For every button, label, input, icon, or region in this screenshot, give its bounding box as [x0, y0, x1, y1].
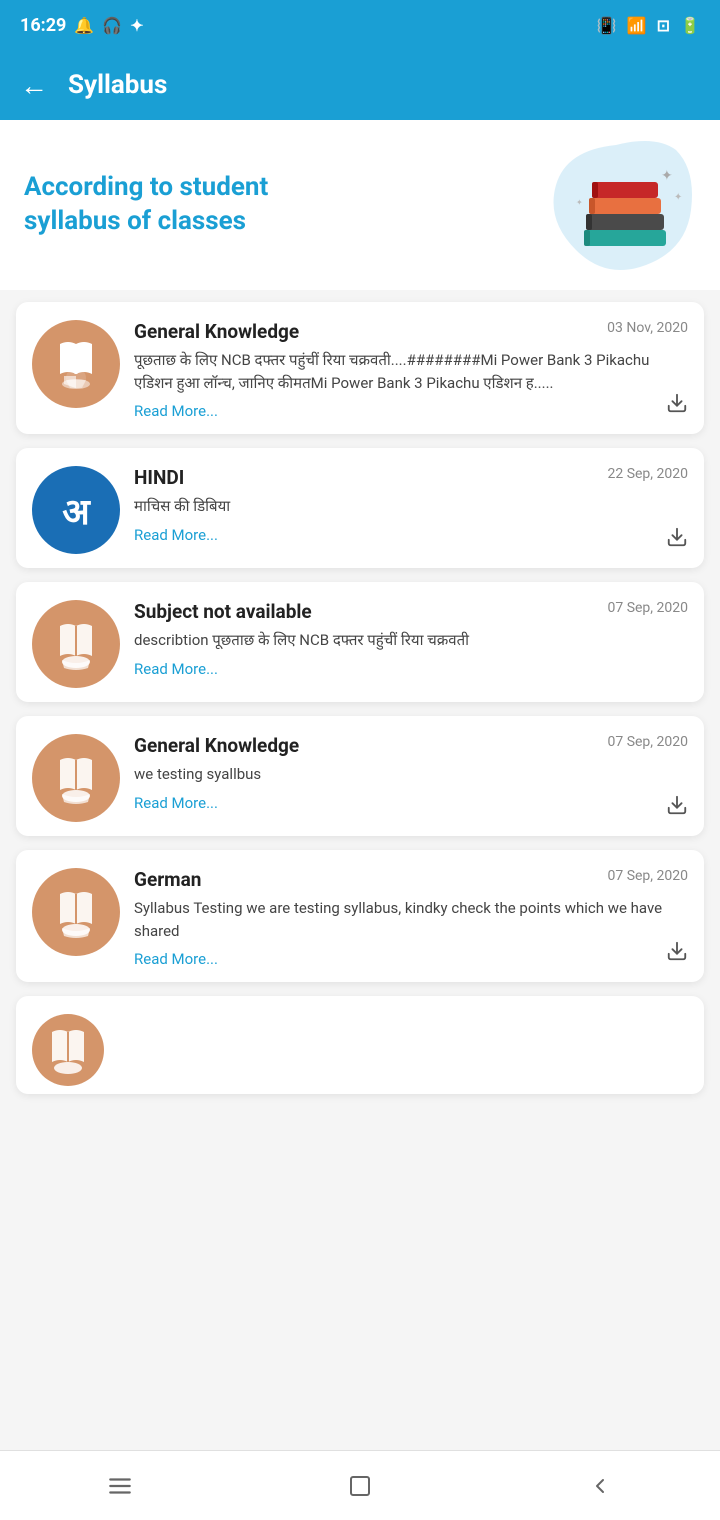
status-left: 16:29 🔔 🎧 ✦	[20, 15, 144, 36]
card-subject-5: German	[134, 868, 201, 891]
card-body-5: German 07 Sep, 2020 Syllabus Testing we …	[134, 868, 688, 968]
syllabus-card-6-partial	[16, 996, 704, 1094]
nav-home-button[interactable]	[320, 1461, 400, 1511]
card-subject-2: HINDI	[134, 466, 184, 489]
bottom-navigation	[0, 1450, 720, 1520]
card-body-3: Subject not available 07 Sep, 2020 descr…	[134, 600, 688, 688]
syllabus-card-4: General Knowledge 07 Sep, 2020 we testin…	[16, 716, 704, 836]
nav-back-button[interactable]	[560, 1461, 640, 1511]
card-icon-wrap-5	[32, 868, 120, 956]
download-button-4[interactable]	[666, 794, 688, 822]
header-text: According to student syllabus of classes	[24, 171, 536, 239]
back-button[interactable]: ←	[20, 69, 48, 102]
bluetooth-icon: ✦	[130, 16, 143, 35]
headset-icon: 🎧	[102, 16, 122, 35]
nav-menu-button[interactable]	[80, 1461, 160, 1511]
syllabus-card-2: अ HINDI 22 Sep, 2020 माचिस की डिबिया Rea…	[16, 448, 704, 568]
card-date-1: 03 Nov, 2020	[607, 320, 688, 336]
card-subject-4: General Knowledge	[134, 734, 299, 757]
card-body-2: HINDI 22 Sep, 2020 माचिस की डिबिया Read …	[134, 466, 688, 554]
books-illustration: ✦ ✦ ✦	[561, 150, 691, 260]
card-body-6	[118, 1014, 688, 1086]
card-read-more-4[interactable]: Read More...	[134, 794, 218, 812]
book-icon-6	[42, 1024, 94, 1076]
card-read-more-2[interactable]: Read More...	[134, 526, 218, 544]
book-icon-4	[50, 752, 102, 804]
card-icon-wrap-2: अ	[32, 466, 120, 554]
svg-text:✦: ✦	[674, 192, 682, 203]
vibrate-icon: 📳	[597, 16, 617, 35]
card-date-5: 07 Sep, 2020	[607, 868, 688, 884]
header-section: According to student syllabus of classes…	[0, 120, 720, 290]
download-button-2[interactable]	[666, 526, 688, 554]
card-icon-wrap-6	[32, 1014, 104, 1086]
app-bar: ← Syllabus	[0, 50, 720, 120]
card-description-5: Syllabus Testing we are testing syllabus…	[134, 897, 688, 942]
header-line1: According to student	[24, 172, 268, 202]
card-read-more-5[interactable]: Read More...	[134, 950, 218, 968]
battery-icon: 🔋	[680, 16, 700, 35]
wifi-icon: 📶	[627, 16, 647, 35]
card-description-1: पूछताछ के लिए NCB दफ्तर पहुंचीं रिया चक्…	[134, 349, 688, 394]
syllabus-card-3: Subject not available 07 Sep, 2020 descr…	[16, 582, 704, 702]
card-body-1: General Knowledge 03 Nov, 2020 पूछताछ के…	[134, 320, 688, 420]
notification-icon: 🔔	[74, 16, 94, 35]
header-illustration: ✦ ✦ ✦	[536, 140, 696, 270]
svg-text:✦: ✦	[576, 198, 583, 207]
card-icon-wrap-3	[32, 600, 120, 688]
book-icon-3	[50, 618, 102, 670]
book-icon-5	[50, 886, 102, 938]
card-icon-wrap-1	[32, 320, 120, 408]
card-body-4: General Knowledge 07 Sep, 2020 we testin…	[134, 734, 688, 822]
svg-text:✦: ✦	[661, 168, 673, 184]
card-read-more-3[interactable]: Read More...	[134, 660, 218, 678]
card-date-4: 07 Sep, 2020	[607, 734, 688, 750]
download-button-1[interactable]	[666, 392, 688, 420]
card-date-2: 22 Sep, 2020	[607, 466, 688, 482]
card-subject-3: Subject not available	[134, 600, 312, 623]
card-description-4: we testing syallbus	[134, 763, 688, 786]
card-description-3: describtion पूछताछ के लिए NCB दफ्तर पहुं…	[134, 629, 688, 652]
syllabus-card-1: General Knowledge 03 Nov, 2020 पूछताछ के…	[16, 302, 704, 434]
status-bar: 16:29 🔔 🎧 ✦ 📳 📶 ⊡ 🔋	[0, 0, 720, 50]
syllabus-card-5: German 07 Sep, 2020 Syllabus Testing we …	[16, 850, 704, 982]
page-title: Syllabus	[68, 70, 167, 100]
screenshot-icon: ⊡	[657, 16, 670, 35]
hindi-icon: अ	[62, 486, 90, 535]
download-button-5[interactable]	[666, 940, 688, 968]
card-date-3: 07 Sep, 2020	[607, 600, 688, 616]
card-description-2: माचिस की डिबिया	[134, 495, 688, 518]
status-time: 16:29	[20, 15, 66, 36]
card-subject-1: General Knowledge	[134, 320, 299, 343]
card-icon-wrap-4	[32, 734, 120, 822]
status-right: 📳 📶 ⊡ 🔋	[597, 16, 700, 35]
card-read-more-1[interactable]: Read More...	[134, 402, 218, 420]
header-line2: syllabus of classes	[24, 206, 246, 236]
content-area: General Knowledge 03 Nov, 2020 पूछताछ के…	[0, 290, 720, 1200]
book-icon-1	[50, 338, 102, 390]
